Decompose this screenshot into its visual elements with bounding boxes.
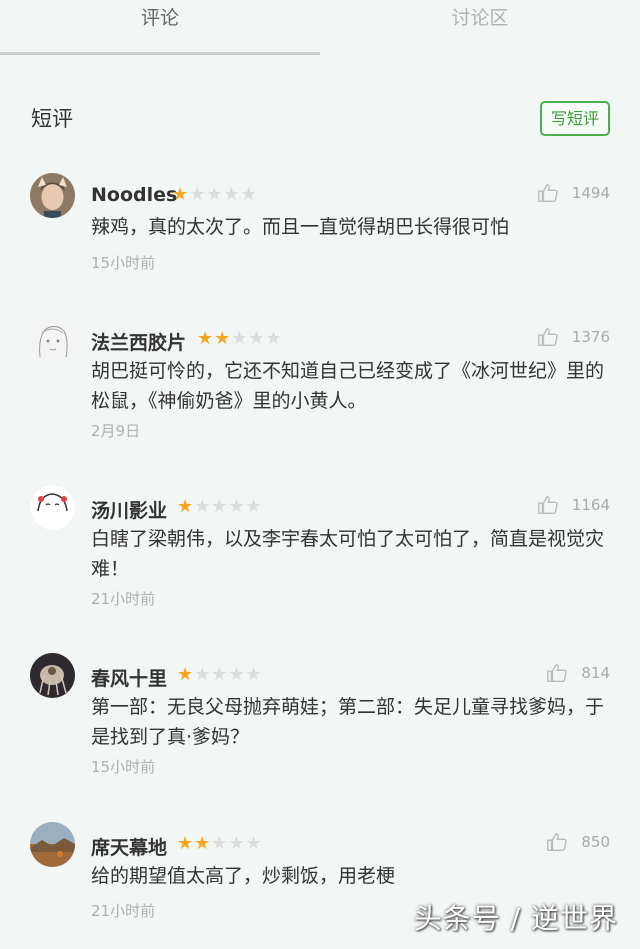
- landscape-photo-avatar[interactable]: [30, 822, 75, 867]
- comment-time: 15小时前: [91, 758, 156, 776]
- rating-stars: ★★★★★: [177, 833, 263, 854]
- comment-text: 辣鸡，真的太次了。而且一直觉得胡巴长得很可怕: [91, 216, 510, 238]
- comment-time: 15小时前: [91, 254, 156, 272]
- short-review-header: 短评 写短评: [0, 95, 640, 140]
- cartoon-avatar[interactable]: [30, 485, 75, 530]
- like-count: 814: [581, 664, 610, 682]
- like-count: 1376: [571, 328, 610, 346]
- comment-time: 2月9日: [91, 422, 141, 440]
- tab-comments[interactable]: 评论: [0, 0, 320, 55]
- sketch-face-avatar[interactable]: [30, 317, 75, 362]
- like-count: 1164: [571, 496, 610, 514]
- tab-bar: 评论 讨论区: [0, 0, 640, 55]
- comment-author[interactable]: Noodles: [91, 184, 177, 206]
- like-count: 850: [581, 833, 610, 851]
- watermark-text: 头条号 / 逆世界: [413, 902, 618, 935]
- comment-author[interactable]: 法兰西胶片: [91, 328, 186, 355]
- thumbs-up-icon: [547, 833, 567, 851]
- comment-author[interactable]: 春风十里: [91, 664, 167, 691]
- comment-time: 21小时前: [91, 902, 156, 920]
- active-tab-indicator: [0, 52, 320, 55]
- like-button[interactable]: 850: [546, 831, 610, 853]
- tab-discussion[interactable]: 讨论区: [320, 0, 640, 55]
- comment-text: 第一部：无良父母抛弃萌娃；第二部：失足儿童寻找爹妈，于是找到了真·爹妈？: [91, 696, 605, 748]
- like-button[interactable]: 1164: [537, 494, 610, 516]
- thumbs-up-icon: [537, 328, 558, 346]
- art-photo-avatar[interactable]: [30, 653, 75, 698]
- section-title: 短评: [31, 107, 73, 131]
- thumbs-up-icon: [547, 664, 567, 682]
- comment-text: 胡巴挺可怜的，它还不知道自己已经变成了《冰河世纪》里的松鼠，《神偷奶爸》里的小黄…: [91, 360, 605, 412]
- comment-time: 21小时前: [91, 590, 156, 608]
- rating-stars: ★★★★★: [177, 664, 263, 685]
- rating-stars: ★★★★★: [177, 496, 263, 517]
- thumbs-up-icon: [537, 184, 558, 202]
- comment-text: 给的期望值太高了，炒剩饭，用老梗: [91, 865, 396, 887]
- thumbs-up-icon: [537, 496, 558, 514]
- comment-author[interactable]: 席天幕地: [91, 833, 167, 860]
- like-button[interactable]: 1376: [537, 326, 610, 348]
- write-review-button[interactable]: 写短评: [540, 101, 610, 136]
- like-button[interactable]: 814: [546, 662, 610, 684]
- person-photo-avatar[interactable]: [30, 173, 75, 218]
- like-button[interactable]: 1494: [537, 182, 610, 204]
- rating-stars: ★★★★★: [197, 328, 283, 349]
- comment-author[interactable]: 汤川影业: [91, 496, 167, 523]
- comment-text: 白瞎了梁朝伟，以及李宇春太可怕了太可怕了，简直是视觉灾难！: [91, 528, 605, 580]
- like-count: 1494: [571, 184, 610, 202]
- rating-stars: ★★★★★: [172, 184, 258, 205]
